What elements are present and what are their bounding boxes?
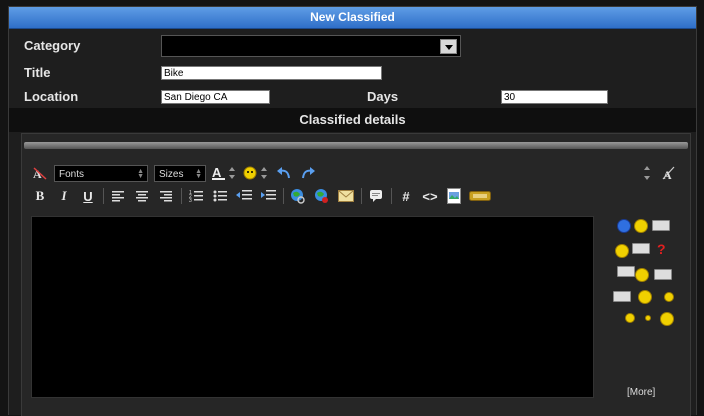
ordered-list-icon[interactable]: 123: [186, 186, 206, 206]
smiley-icon[interactable]: [660, 312, 674, 326]
outdent-icon[interactable]: [234, 186, 254, 206]
smiley-icon[interactable]: [617, 219, 631, 233]
smiley-icon[interactable]: [634, 219, 648, 233]
fonts-label: Fonts: [59, 168, 85, 180]
smiley-sign-icon[interactable]: [617, 266, 635, 277]
svg-text:A: A: [212, 165, 222, 180]
rich-text-editor: A Fonts ▲ ▼ Sizes ▲ ▼ A B I U 1 2 3 # <>…: [21, 133, 691, 416]
updown-arrow-icon: ▲ ▼: [195, 167, 202, 180]
toolbar-divider: [391, 188, 392, 204]
more-smilies-link[interactable]: [More]: [627, 387, 655, 398]
editor-top-bar: [24, 142, 688, 149]
days-label: Days: [367, 89, 399, 104]
sizes-select[interactable]: Sizes ▲ ▼: [154, 164, 206, 182]
align-right-icon[interactable]: [156, 186, 176, 206]
resize-icon[interactable]: [640, 163, 654, 183]
sizes-label: Sizes: [159, 168, 184, 180]
undo-icon[interactable]: [274, 163, 294, 183]
quote-icon[interactable]: [366, 186, 386, 206]
media-icon[interactable]: [468, 186, 492, 206]
align-center-icon[interactable]: [132, 186, 152, 206]
updown-arrow-icon: ▲ ▼: [137, 167, 144, 180]
align-left-icon[interactable]: [108, 186, 128, 206]
new-classified-panel: New Classified Category Title Location D…: [8, 6, 697, 416]
chevron-down-icon[interactable]: [440, 39, 457, 54]
toolbar-divider: [181, 188, 182, 204]
smiley-icon[interactable]: [625, 313, 635, 323]
fonts-select[interactable]: Fonts ▲ ▼: [54, 164, 148, 182]
redo-icon[interactable]: [298, 163, 318, 183]
category-label: Category: [24, 38, 81, 53]
underline-icon[interactable]: U: [78, 186, 98, 206]
bold-icon[interactable]: B: [30, 186, 50, 206]
italic-icon[interactable]: I: [54, 186, 74, 206]
smiley-icon[interactable]: [638, 290, 652, 304]
location-input[interactable]: [161, 90, 270, 104]
remove-format-icon[interactable]: A: [30, 163, 50, 183]
hash-icon[interactable]: #: [396, 186, 416, 206]
category-select[interactable]: [161, 35, 461, 57]
editor-textarea[interactable]: [31, 216, 594, 398]
title-label: Title: [24, 65, 51, 80]
insert-link-icon[interactable]: [288, 186, 308, 206]
remove-link-icon[interactable]: [312, 186, 332, 206]
smiley-icon[interactable]: [615, 244, 629, 258]
smiley-sign-icon[interactable]: [632, 243, 650, 254]
title-input[interactable]: [161, 66, 382, 80]
section-heading: Classified details: [9, 108, 696, 132]
email-icon[interactable]: [336, 186, 356, 206]
smiley-sign-icon[interactable]: [652, 220, 670, 231]
svg-text:3: 3: [189, 198, 192, 203]
indent-icon[interactable]: [258, 186, 278, 206]
question-icon[interactable]: ?: [657, 242, 666, 256]
unordered-list-icon[interactable]: [210, 186, 230, 206]
smiley-sign-icon[interactable]: [654, 269, 672, 280]
code-icon[interactable]: <>: [420, 186, 440, 206]
smiley-icon[interactable]: [242, 163, 270, 183]
image-icon[interactable]: [444, 186, 464, 206]
days-input[interactable]: [501, 90, 608, 104]
location-label: Location: [24, 89, 79, 104]
toolbar-divider: [283, 188, 284, 204]
panel-title: New Classified: [9, 7, 696, 29]
smiley-icon[interactable]: [664, 292, 674, 302]
toolbar-divider: [103, 188, 104, 204]
switch-mode-icon[interactable]: A: [658, 163, 678, 183]
smiley-icon[interactable]: [645, 315, 651, 321]
smiley-sign-icon[interactable]: [613, 291, 631, 302]
font-color-icon[interactable]: A: [210, 163, 238, 183]
smiley-icon[interactable]: [635, 268, 649, 282]
toolbar-divider: [361, 188, 362, 204]
